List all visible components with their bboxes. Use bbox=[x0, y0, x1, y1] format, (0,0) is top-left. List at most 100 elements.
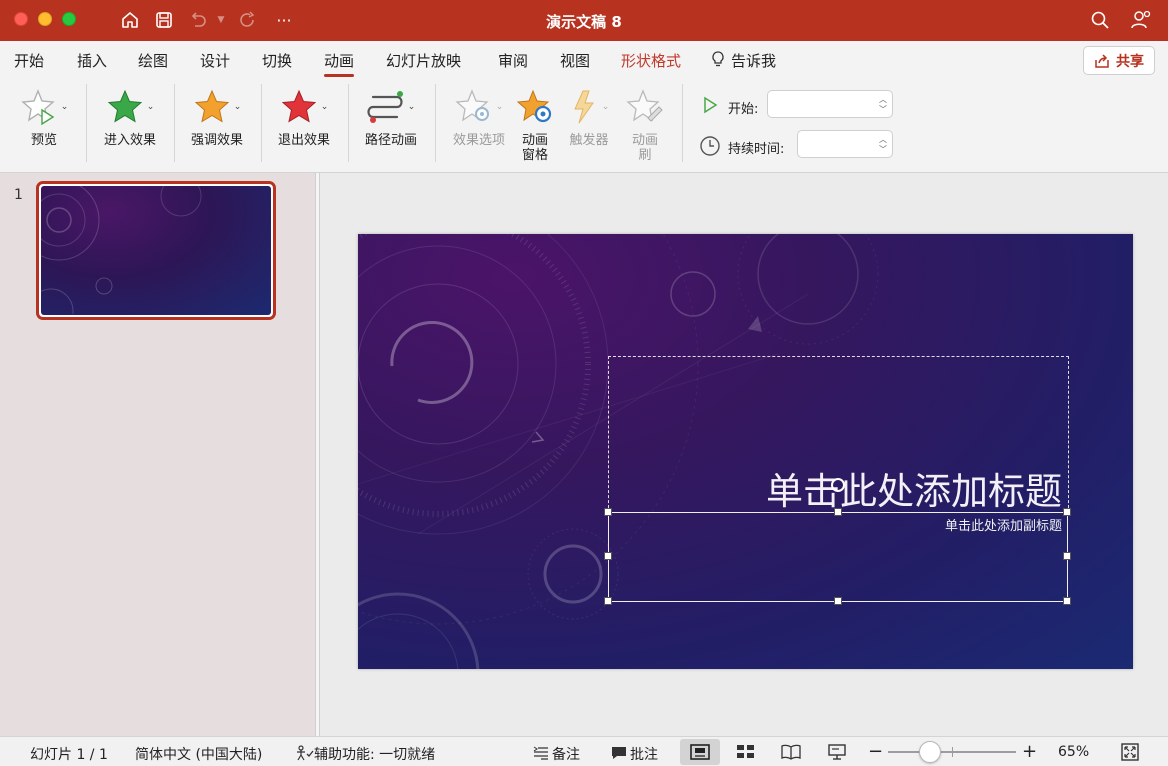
lightning-icon bbox=[573, 90, 594, 124]
share-icon bbox=[1095, 53, 1109, 68]
notes-label: 备注 bbox=[552, 747, 580, 763]
start-select[interactable]: ︿ ﹀ bbox=[767, 90, 893, 118]
zoom-out-button[interactable]: − bbox=[868, 741, 883, 762]
animation-pane-button[interactable]: 动画 窗格 bbox=[514, 86, 556, 163]
title-bar: ▼ ··· 演示文稿 8 bbox=[0, 0, 1168, 41]
resize-handle-left[interactable] bbox=[604, 552, 612, 560]
play-icon bbox=[704, 96, 718, 114]
thumbnail-decoration bbox=[41, 186, 202, 315]
tab-animations[interactable]: 动画 bbox=[324, 50, 355, 77]
tab-home[interactable]: 开始 bbox=[14, 50, 44, 71]
reading-view-button[interactable] bbox=[771, 739, 811, 765]
emphasis-effects-label: 强调效果 bbox=[190, 133, 243, 148]
green-star-icon bbox=[107, 89, 142, 123]
zoom-slider-knob[interactable] bbox=[919, 741, 941, 763]
zoom-level[interactable]: 65% bbox=[1058, 744, 1089, 760]
animation-pane-icon bbox=[516, 89, 552, 123]
motion-path-label: 路径动画 bbox=[364, 133, 417, 148]
share-button[interactable]: 共享 bbox=[1083, 46, 1155, 75]
tab-view[interactable]: 视图 bbox=[560, 50, 590, 71]
presenter-icon bbox=[828, 744, 846, 760]
slide-number: 1 bbox=[14, 187, 23, 203]
chevron-down-icon: ⌄ bbox=[495, 102, 504, 112]
animation-pane-label: 动画 窗格 bbox=[522, 133, 548, 163]
tab-slideshow[interactable]: 幻灯片放映 bbox=[386, 50, 461, 71]
trigger-button[interactable]: ⌄ 触发器 bbox=[564, 86, 614, 148]
effect-options-icon bbox=[455, 89, 489, 122]
exit-effects-label: 退出效果 bbox=[277, 133, 330, 148]
accessibility-icon bbox=[297, 745, 314, 761]
normal-view-button[interactable] bbox=[680, 739, 720, 765]
ribbon-divider bbox=[174, 84, 175, 162]
motion-path-icon bbox=[367, 91, 403, 123]
chevron-down-icon: ⌄ bbox=[320, 102, 329, 112]
resize-handle-right[interactable] bbox=[1063, 552, 1071, 560]
chevron-down-icon: ⌄ bbox=[60, 102, 69, 112]
preview-label: 预览 bbox=[30, 133, 57, 148]
resize-handle-top-right[interactable] bbox=[1063, 508, 1071, 516]
window-title: 演示文稿 8 bbox=[546, 13, 622, 31]
ribbon-divider bbox=[86, 84, 87, 162]
duration-stepper[interactable]: ︿ ﹀ bbox=[797, 130, 893, 158]
chevron-down-icon: ⌄ bbox=[601, 102, 610, 112]
status-bar: 幻灯片 1 / 1 简体中文 (中国大陆) 辅助功能: 一切就绪 备注 批注 −… bbox=[0, 736, 1168, 766]
resize-handle-bottom[interactable] bbox=[834, 597, 842, 605]
ribbon-divider bbox=[348, 84, 349, 162]
resize-handle-bottom-right[interactable] bbox=[1063, 597, 1071, 605]
emphasis-effects-button[interactable]: ⌄ 强调效果 bbox=[185, 86, 249, 148]
chevron-down-icon: ⌄ bbox=[407, 102, 416, 112]
red-star-icon bbox=[281, 89, 316, 123]
tab-tell-me[interactable]: 告诉我 bbox=[711, 50, 776, 71]
fit-window-icon bbox=[1121, 743, 1139, 761]
tab-transitions[interactable]: 切换 bbox=[262, 50, 292, 71]
preview-button[interactable]: ⌄ 预览 bbox=[16, 86, 72, 148]
chevron-up-icon: ︿ bbox=[879, 135, 887, 144]
slide-sorter-view-button[interactable] bbox=[726, 739, 766, 765]
tab-draw[interactable]: 绘图 bbox=[138, 50, 168, 71]
ribbon-divider bbox=[261, 84, 262, 162]
resize-handle-top-left[interactable] bbox=[604, 508, 612, 516]
exit-effects-button[interactable]: ⌄ 退出效果 bbox=[272, 86, 336, 148]
account-icon[interactable] bbox=[1128, 8, 1154, 32]
slide-subtitle-placeholder[interactable]: 单击此处添加副标题 bbox=[610, 515, 1062, 534]
language-indicator[interactable]: 简体中文 (中国大陆) bbox=[135, 744, 262, 764]
accessibility-status[interactable]: 辅助功能: 一切就绪 bbox=[296, 744, 435, 764]
tab-review[interactable]: 审阅 bbox=[498, 50, 528, 71]
notes-button[interactable]: 备注 bbox=[533, 744, 580, 764]
normal-view-icon bbox=[690, 744, 710, 760]
animation-pane-label-2: 窗格 bbox=[521, 148, 548, 163]
zoom-in-button[interactable]: + bbox=[1022, 741, 1037, 762]
comment-icon bbox=[612, 747, 626, 759]
tab-design[interactable]: 设计 bbox=[200, 50, 230, 71]
preview-star-icon bbox=[21, 89, 55, 126]
search-icon[interactable] bbox=[1088, 8, 1112, 32]
effect-options-button[interactable]: ⌄ 效果选项 bbox=[448, 86, 510, 148]
tab-shape-format[interactable]: 形状格式 bbox=[621, 50, 681, 71]
animation-painter-label: 动画刷 bbox=[632, 133, 658, 163]
zoom-slider-center-tick bbox=[952, 747, 953, 757]
animation-painter-button[interactable]: 动画刷 bbox=[624, 86, 666, 163]
resize-handle-bottom-left[interactable] bbox=[604, 597, 612, 605]
chevron-down-icon: ﹀ bbox=[879, 145, 887, 154]
notes-icon bbox=[533, 746, 548, 760]
slide-counter: 幻灯片 1 / 1 bbox=[30, 747, 108, 763]
comments-button[interactable]: 批注 bbox=[611, 744, 658, 764]
rotate-handle[interactable] bbox=[831, 478, 845, 492]
tab-tell-me-label: 告诉我 bbox=[731, 52, 777, 70]
accessibility-label: 辅助功能: 一切就绪 bbox=[314, 747, 436, 763]
lightbulb-icon bbox=[712, 51, 724, 67]
slideshow-view-button[interactable] bbox=[817, 739, 857, 765]
slide-thumbnail[interactable] bbox=[36, 181, 276, 320]
motion-path-button[interactable]: ⌄ 路径动画 bbox=[358, 86, 424, 148]
ribbon-divider bbox=[682, 84, 683, 162]
fit-to-window-button[interactable] bbox=[1110, 739, 1150, 765]
resize-handle-top[interactable] bbox=[834, 508, 842, 516]
tab-insert[interactable]: 插入 bbox=[77, 50, 107, 71]
entrance-effects-button[interactable]: ⌄ 进入效果 bbox=[98, 86, 162, 148]
chevron-up-icon: ︿ bbox=[879, 95, 887, 104]
entrance-effects-label: 进入效果 bbox=[103, 133, 156, 148]
animation-pane-label-1: 动画 bbox=[521, 133, 548, 148]
clock-icon bbox=[700, 136, 720, 156]
ribbon-tabs: 开始 插入 绘图 设计 切换 动画 幻灯片放映 审阅 视图 形状格式 告诉我 bbox=[0, 41, 1168, 78]
orange-star-icon bbox=[194, 89, 229, 123]
